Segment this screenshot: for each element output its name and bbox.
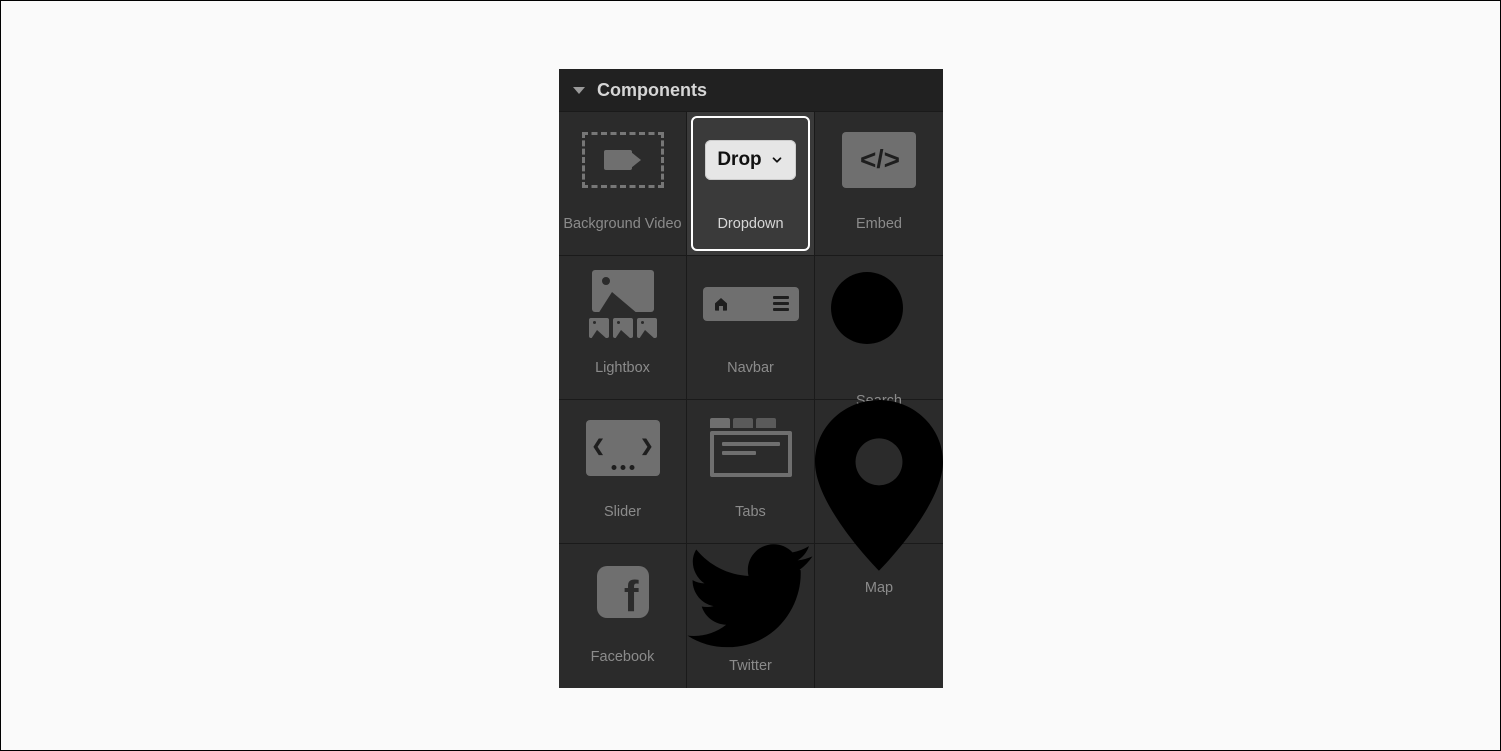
components-panel: Components Background Video Drop bbox=[559, 69, 943, 688]
component-label: Lightbox bbox=[591, 351, 654, 399]
panel-title: Components bbox=[597, 80, 707, 101]
background-video-icon bbox=[582, 132, 664, 188]
component-background-video[interactable]: Background Video bbox=[559, 112, 687, 256]
component-facebook[interactable]: Facebook bbox=[559, 544, 687, 688]
component-search[interactable]: Search bbox=[815, 256, 943, 400]
component-label: Embed bbox=[852, 207, 906, 255]
component-label: Dropdown bbox=[713, 207, 787, 255]
component-label: Background Video bbox=[559, 207, 685, 255]
component-embed[interactable]: </> Embed bbox=[815, 112, 943, 256]
component-dropdown[interactable]: Drop Dropdown bbox=[687, 112, 815, 256]
navbar-icon bbox=[703, 287, 799, 321]
component-label: Facebook bbox=[587, 640, 659, 688]
hamburger-icon bbox=[773, 296, 789, 311]
embed-icon: </> bbox=[842, 132, 916, 188]
component-twitter[interactable]: Twitter bbox=[687, 544, 815, 688]
component-slider[interactable]: ❮ ❯ Slider bbox=[559, 400, 687, 544]
lightbox-icon bbox=[589, 270, 657, 338]
facebook-icon bbox=[597, 566, 649, 618]
component-tabs[interactable]: Tabs bbox=[687, 400, 815, 544]
component-label: Twitter bbox=[725, 648, 776, 696]
component-lightbox[interactable]: Lightbox bbox=[559, 256, 687, 400]
canvas: Components Background Video Drop bbox=[0, 0, 1501, 751]
component-label: Slider bbox=[600, 495, 645, 543]
components-panel-header[interactable]: Components bbox=[559, 69, 943, 112]
component-navbar[interactable]: Navbar bbox=[687, 256, 815, 400]
chevron-down-icon bbox=[770, 153, 784, 167]
dropdown-icon-text: Drop bbox=[717, 149, 761, 171]
component-label: Tabs bbox=[731, 495, 770, 543]
twitter-icon bbox=[687, 544, 814, 648]
components-grid: Background Video Drop Dropdown </> bbox=[559, 112, 943, 688]
home-icon bbox=[713, 296, 729, 312]
component-empty bbox=[815, 544, 943, 688]
dropdown-icon: Drop bbox=[705, 140, 795, 180]
search-icon bbox=[815, 256, 943, 384]
tabs-icon bbox=[710, 418, 792, 477]
chevron-left-icon: ❮ bbox=[592, 436, 605, 456]
component-map[interactable]: Map bbox=[815, 400, 943, 544]
slider-icon: ❮ ❯ bbox=[586, 420, 660, 476]
chevron-right-icon: ❯ bbox=[640, 436, 653, 456]
component-label: Navbar bbox=[723, 351, 778, 399]
caret-down-icon bbox=[573, 87, 585, 94]
